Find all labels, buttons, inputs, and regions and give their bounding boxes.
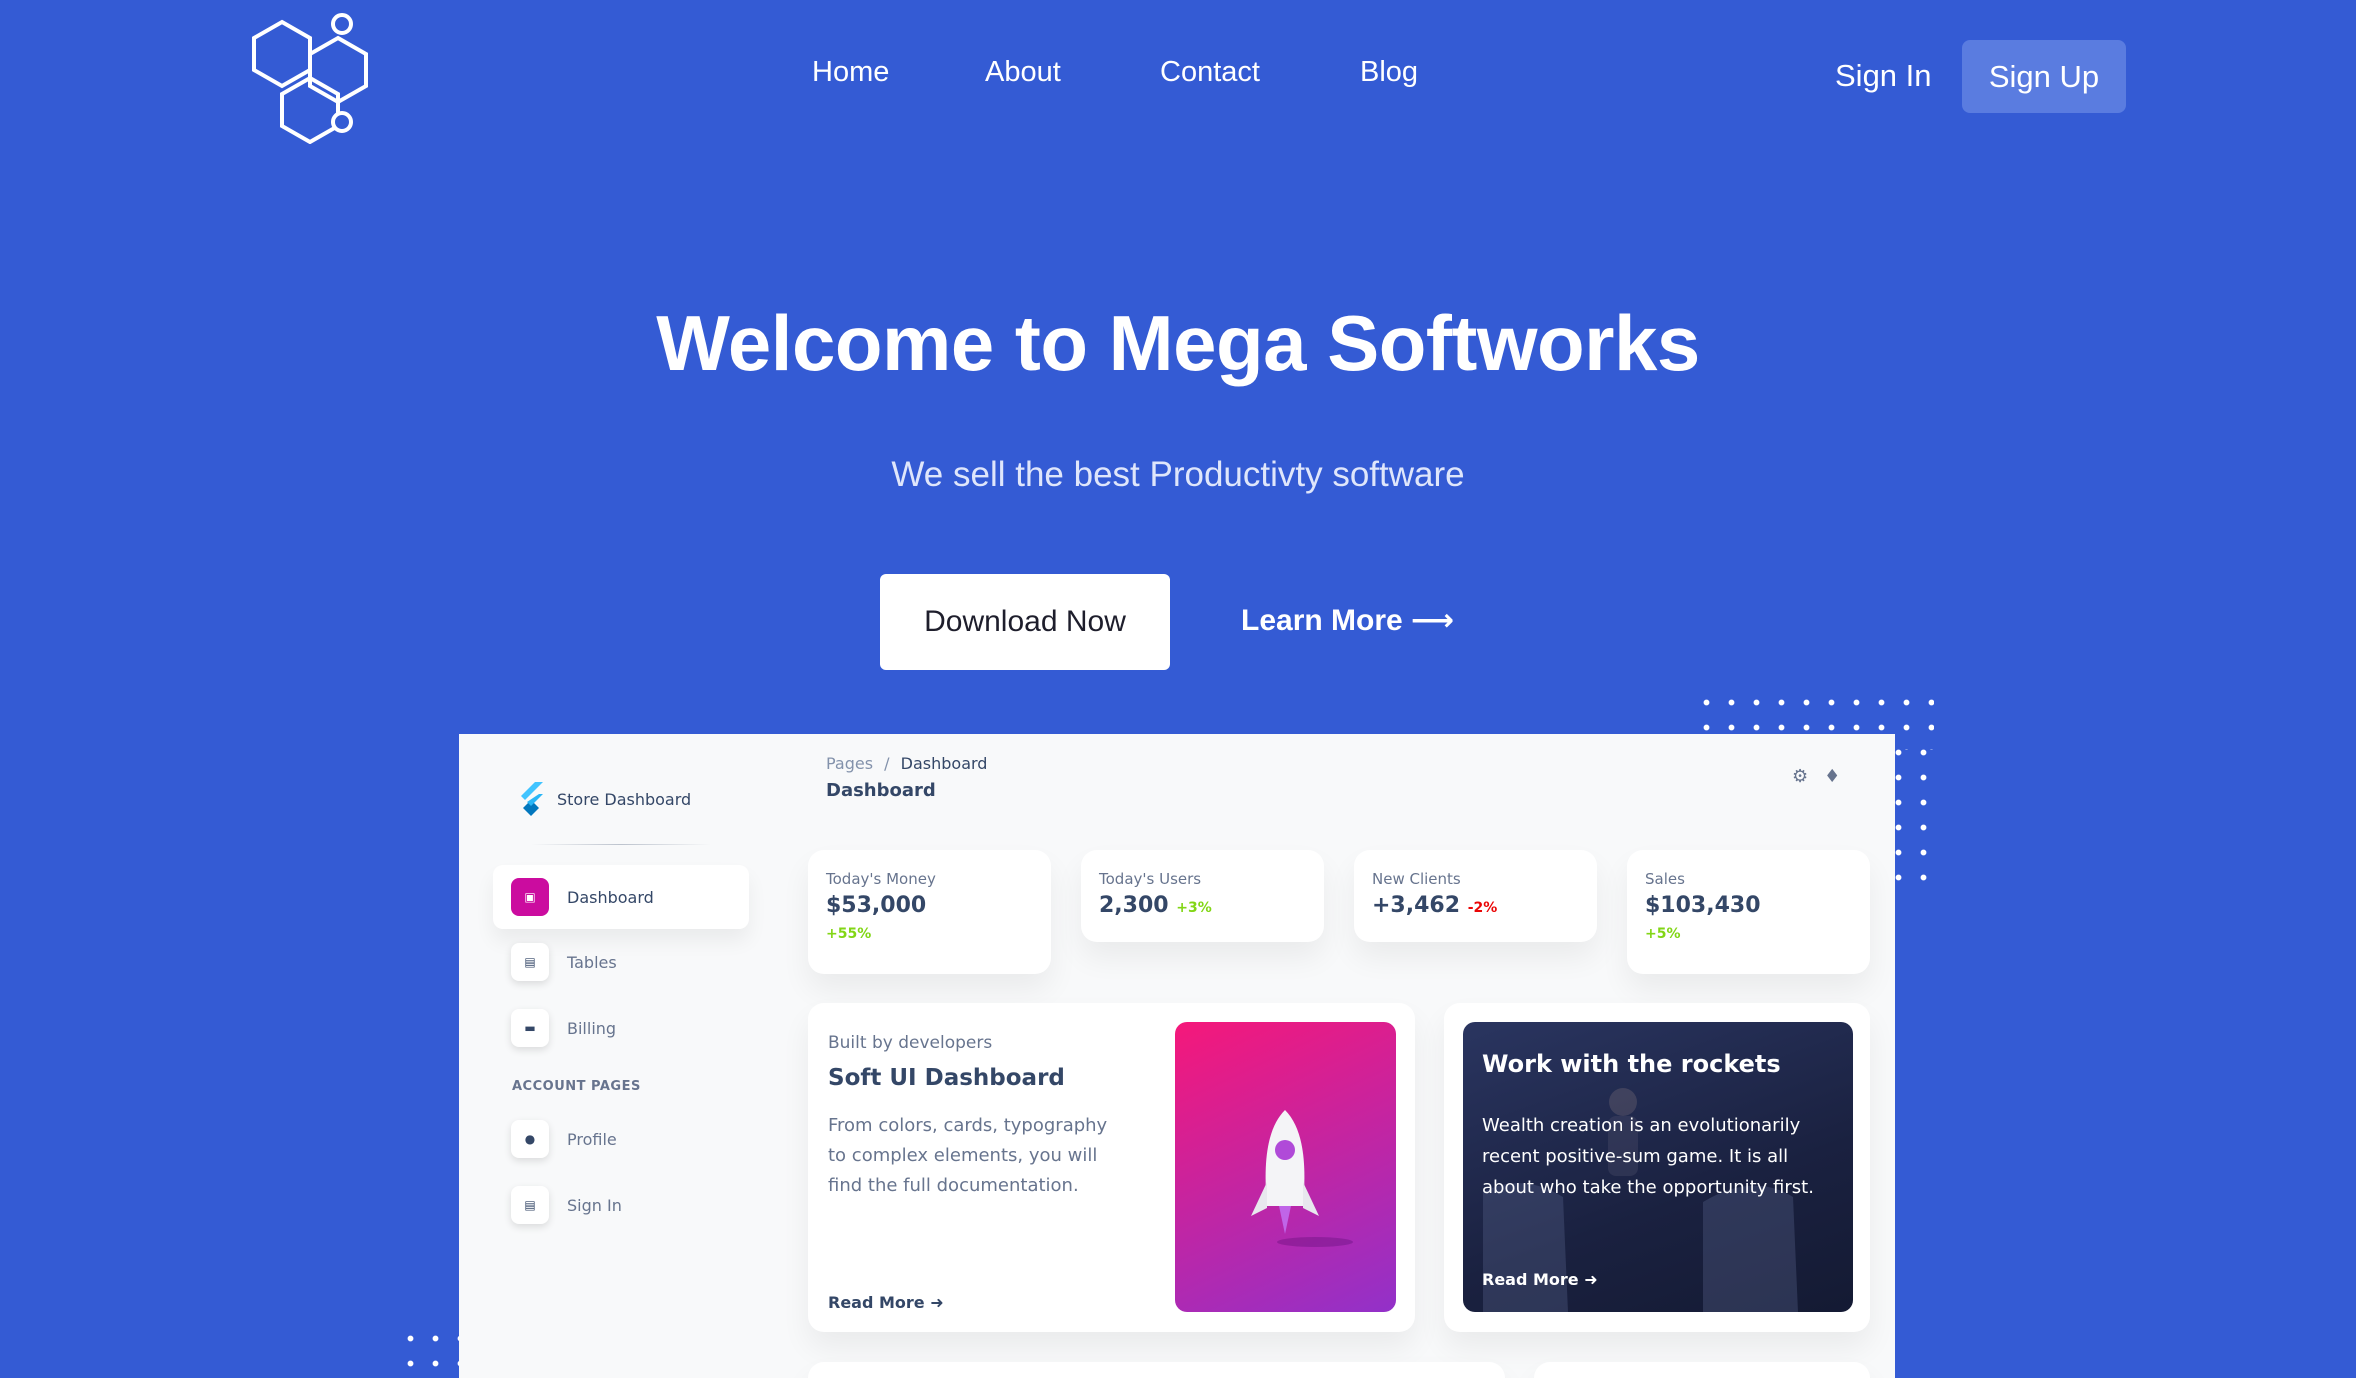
sidebar-item-label: Sign In (567, 1195, 622, 1215)
shop-icon: ▣ (511, 878, 549, 916)
stat-change: -2% (1467, 900, 1498, 916)
download-now-button[interactable]: Download Now (880, 574, 1170, 670)
sidebar-item-sign-in[interactable]: ▤ Sign In (493, 1173, 749, 1237)
stat-change: +3% (1176, 900, 1212, 916)
sign-in-button[interactable]: Sign In (1835, 58, 1932, 94)
sidebar-item-billing[interactable]: ▬ Billing (493, 996, 749, 1060)
rockets-card: Work with the rockets Wealth creation is… (1444, 1003, 1870, 1332)
breadcrumb: Pages / Dashboard (826, 754, 987, 773)
stat-value: $53,000 (826, 893, 927, 918)
nav-about-link[interactable]: About (985, 56, 1061, 89)
account-pages-heading: ACCOUNT PAGES (512, 1079, 641, 1094)
chart-bar-icon: ▤ (511, 943, 549, 981)
hexagon-logo-icon[interactable] (250, 12, 375, 144)
sidebar-item-label: Dashboard (567, 887, 654, 907)
stat-label: New Clients (1372, 870, 1461, 888)
stat-card-clients: New Clients +3,462 -2% (1354, 850, 1597, 942)
read-more-link[interactable]: Read More ➜ (828, 1293, 944, 1312)
nav-blog-link[interactable]: Blog (1360, 56, 1418, 89)
user-icon: ● (511, 1120, 549, 1158)
card-text: Wealth creation is an evolutionarily rec… (1482, 1115, 1814, 1198)
stat-card-money: Today's Money $53,000 +55% (808, 850, 1051, 974)
sign-up-button[interactable]: Sign Up (1962, 40, 2126, 113)
stat-value: +3,462 (1372, 893, 1461, 918)
sidebar-item-label: Profile (567, 1129, 617, 1149)
sidebar-item-tables[interactable]: ▤ Tables (493, 930, 749, 994)
bottom-card-left (808, 1362, 1505, 1378)
rocket-illustration (1175, 1022, 1396, 1312)
read-more-link[interactable]: Read More ➜ (1482, 1270, 1598, 1289)
breadcrumb-parent[interactable]: Pages (826, 754, 873, 773)
sidebar-item-dashboard[interactable]: ▣ Dashboard (493, 865, 749, 929)
nav-contact-link[interactable]: Contact (1160, 56, 1260, 89)
stat-value-row: +3,462 -2% (1372, 893, 1579, 918)
hero-title: Welcome to Mega Softworks (656, 299, 1700, 387)
soft-ui-card: Built by developers Soft UI Dashboard Fr… (808, 1003, 1415, 1332)
bottom-card-right (1534, 1362, 1870, 1378)
header-actions: ⚙ ♦ (1792, 766, 1840, 787)
breadcrumb-separator: / (884, 754, 890, 773)
dashboard-preview: Store Dashboard ▣ Dashboard ▤ Tables ▬ B… (459, 734, 1895, 1378)
page-title: Dashboard (826, 780, 936, 801)
sidebar-item-label: Tables (567, 952, 617, 972)
card-title: Soft UI Dashboard (828, 1065, 1065, 1091)
stat-value: $103,430 (1645, 893, 1761, 918)
bell-icon[interactable]: ♦ (1824, 766, 1840, 787)
decorative-dots (398, 1326, 460, 1378)
rockets-background-image: Work with the rockets Wealth creation is… (1463, 1022, 1853, 1312)
stat-card-sales: Sales $103,430 +5% (1627, 850, 1870, 974)
credit-card-icon: ▬ (511, 1009, 549, 1047)
document-icon: ▤ (511, 1186, 549, 1224)
stat-card-users: Today's Users 2,300 +3% (1081, 850, 1324, 942)
arrow-right-icon: ➜ (1584, 1270, 1598, 1289)
stat-label: Sales (1645, 870, 1685, 888)
stat-value: 2,300 (1099, 893, 1169, 918)
stat-value-row: 2,300 +3% (1099, 893, 1306, 918)
gear-icon[interactable]: ⚙ (1792, 766, 1808, 787)
stat-change: +55% (826, 926, 872, 942)
stat-label: Today's Users (1099, 870, 1202, 888)
stat-change: +5% (1645, 926, 1681, 942)
sidebar-item-label: Billing (567, 1018, 617, 1038)
learn-more-link[interactable]: Learn More ⟶ (1241, 603, 1454, 638)
sidebar-divider (531, 844, 711, 845)
hero-subtitle: We sell the best Productivty software (891, 455, 1465, 494)
card-title: Work with the rockets (1482, 1050, 1781, 1078)
arrow-right-icon: ➜ (930, 1293, 944, 1312)
rocket-icon (1251, 1110, 1353, 1247)
dashboard-brand-name: Store Dashboard (557, 789, 692, 809)
dashboard-brand[interactable]: Store Dashboard (517, 782, 691, 816)
read-more-label: Read More (1482, 1270, 1579, 1289)
nav-home-link[interactable]: Home (812, 56, 889, 89)
card-text: From colors, cards, typography to comple… (828, 1115, 1108, 1196)
flutter-logo-icon (521, 782, 543, 816)
sidebar-item-profile[interactable]: ● Profile (493, 1107, 749, 1171)
card-kicker: Built by developers (828, 1033, 993, 1053)
stat-label: Today's Money (826, 870, 936, 888)
breadcrumb-current: Dashboard (900, 754, 988, 773)
read-more-label: Read More (828, 1293, 925, 1312)
